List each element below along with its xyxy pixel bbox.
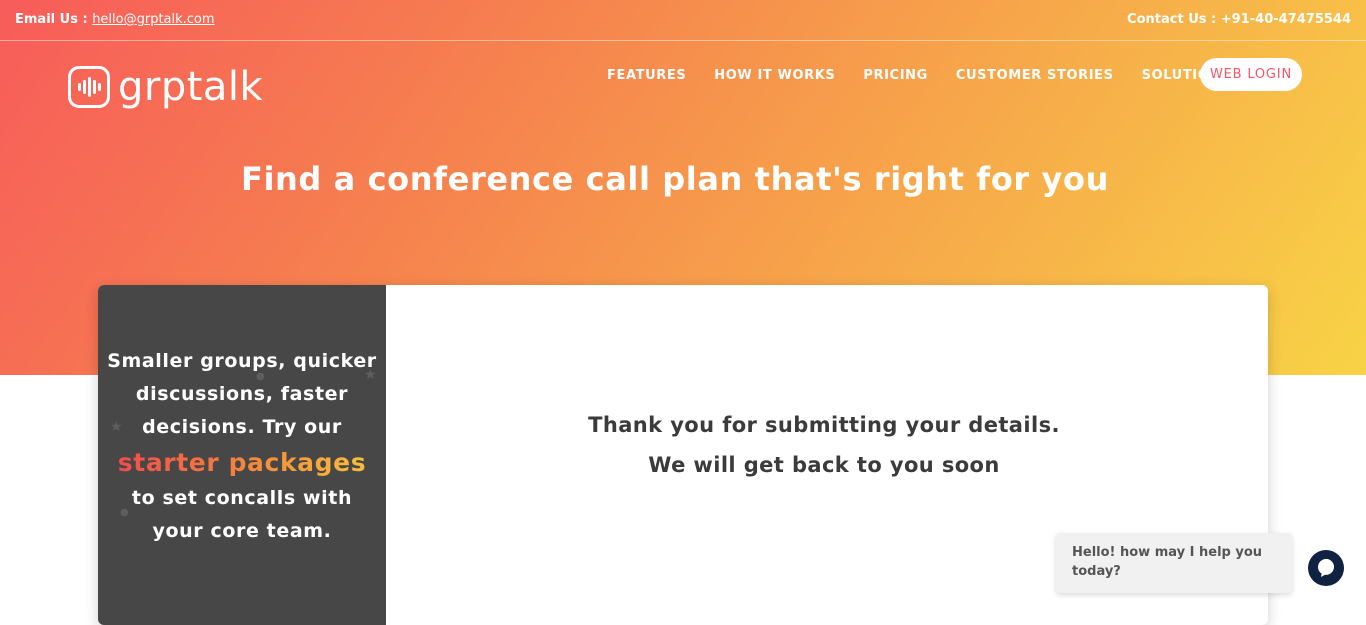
follow-up-line: We will get back to you soon: [648, 453, 1000, 477]
contact-phone[interactable]: +91-40-47475544: [1221, 12, 1351, 27]
chat-greeting-bubble[interactable]: Hello! how may I help you today?: [1056, 533, 1292, 593]
sound-wave-icon: [68, 66, 110, 108]
promo-line: your core team.: [152, 520, 332, 542]
nav-customer-stories[interactable]: CUSTOMER STORIES: [956, 68, 1114, 83]
email-label: Email Us :: [15, 12, 88, 27]
promo-line: to set concalls with: [131, 487, 353, 509]
nav-pricing[interactable]: PRICING: [863, 68, 928, 83]
brand-name: grptalk: [118, 64, 264, 110]
nav-how-it-works[interactable]: HOW IT WORKS: [714, 68, 835, 83]
brand-logo[interactable]: grptalk: [68, 66, 263, 108]
promo-line: Smaller groups, quicker: [107, 350, 377, 372]
email-link[interactable]: hello@grptalk.com: [92, 12, 214, 27]
thank-you-message: Thank you for submitting your details. W…: [386, 405, 1262, 485]
promo-line: decisions. Try our: [142, 416, 342, 438]
promo-line: discussions, faster: [135, 383, 349, 405]
contact-label: Contact Us :: [1127, 12, 1217, 27]
starter-packages-link[interactable]: starter packages: [98, 444, 386, 482]
promo-text: Smaller groups, quicker discussions, fas…: [98, 345, 386, 548]
page-title: Find a conference call plan that's right…: [241, 160, 1109, 198]
web-login-button[interactable]: WEB LOGIN: [1200, 58, 1302, 91]
main-nav: FEATURES HOW IT WORKS PRICING CUSTOMER S…: [607, 58, 1302, 91]
thank-you-line: Thank you for submitting your details.: [588, 413, 1060, 437]
starter-promo-panel: ★ ● ★ ● Smaller groups, quicker discussi…: [98, 285, 386, 625]
phone-contact: Contact Us : +91-40-47475544: [1127, 12, 1351, 27]
chat-launcher-button[interactable]: [1308, 550, 1344, 586]
nav-features[interactable]: FEATURES: [607, 68, 686, 83]
top-bar: Email Us : hello@grptalk.com Contact Us …: [0, 0, 1366, 41]
chat-icon: [1318, 558, 1334, 577]
email-contact: Email Us : hello@grptalk.com: [15, 12, 215, 27]
